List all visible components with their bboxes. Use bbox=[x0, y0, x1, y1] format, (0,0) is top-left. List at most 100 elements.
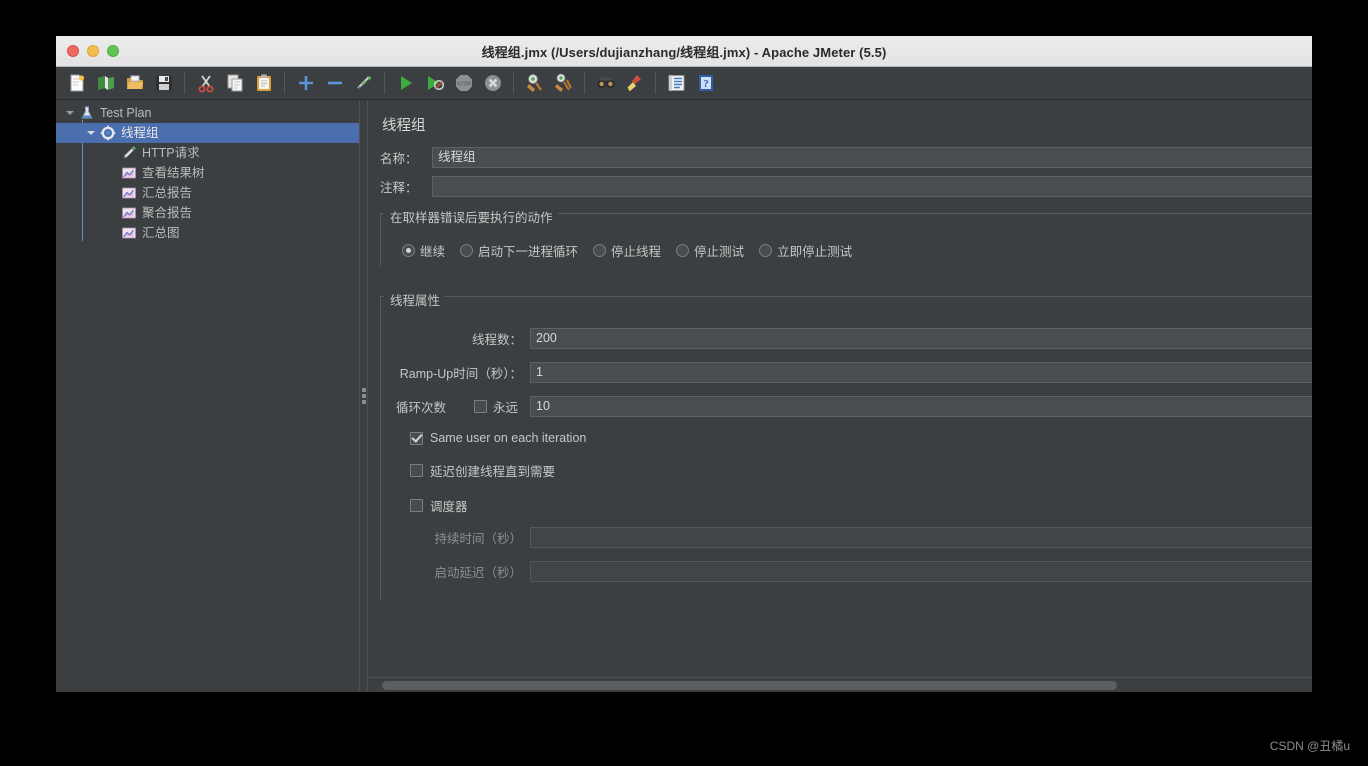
tree-item-6[interactable]: 汇总图 bbox=[56, 223, 359, 243]
radio-button[interactable] bbox=[759, 244, 773, 257]
ramp-up-row: Ramp-Up时间（秒）： 1 bbox=[380, 362, 1312, 383]
test-plan-tree[interactable]: Test Plan 线程组 HTTP请求 查看结果树汇总报告聚合报告汇总图 bbox=[56, 100, 359, 691]
radio-label: 停止线程 bbox=[611, 245, 662, 259]
clear-all-icon[interactable] bbox=[550, 70, 577, 97]
divider-grip[interactable] bbox=[362, 387, 366, 404]
tree-expand-toggle-icon[interactable] bbox=[62, 103, 78, 123]
title-bar: 线程组.jmx (/Users/dujianzhang/线程组.jmx) - A… bbox=[56, 36, 1312, 67]
watermark: CSDN @丑橘u bbox=[1269, 739, 1350, 753]
same-user-checkbox[interactable] bbox=[410, 431, 423, 445]
comment-input[interactable] bbox=[432, 176, 1312, 197]
copy-icon[interactable] bbox=[221, 70, 248, 97]
num-threads-input[interactable]: 200 bbox=[530, 328, 1312, 349]
tree-item-3[interactable]: 查看结果树 bbox=[56, 163, 359, 183]
help-icon[interactable]: ? bbox=[692, 70, 719, 97]
toolbar-separator bbox=[384, 72, 385, 94]
tree-item-2[interactable]: HTTP请求 bbox=[56, 143, 359, 163]
radio-button[interactable] bbox=[460, 244, 474, 257]
new-icon[interactable] bbox=[63, 70, 90, 97]
tree-toggle-placeholder bbox=[104, 183, 120, 203]
http-request-icon bbox=[120, 144, 138, 162]
tree-expand-toggle-icon[interactable] bbox=[83, 123, 99, 143]
scheduler-row[interactable]: 调度器 bbox=[380, 496, 1312, 515]
function-helper-icon[interactable] bbox=[663, 70, 690, 97]
name-label: 名称： bbox=[380, 152, 418, 166]
clear-icon[interactable] bbox=[521, 70, 548, 97]
radio-label: 立即停止测试 bbox=[777, 245, 853, 259]
horizontal-scrollbar[interactable] bbox=[368, 677, 1312, 691]
start-icon[interactable] bbox=[392, 70, 419, 97]
tree-item-label: 聚合报告 bbox=[142, 206, 193, 220]
name-input[interactable]: 线程组 bbox=[432, 147, 1312, 168]
group-border bbox=[380, 296, 1312, 297]
forever-checkbox-wrap[interactable]: 永远 bbox=[474, 397, 530, 416]
forever-checkbox[interactable] bbox=[474, 400, 487, 413]
duration-label: 持续时间（秒） bbox=[434, 532, 522, 546]
delayed-start-row[interactable]: 延迟创建线程直到需要 bbox=[380, 461, 1312, 480]
templates-icon[interactable] bbox=[92, 70, 119, 97]
zoom-button[interactable] bbox=[107, 45, 119, 57]
reset-search-icon[interactable] bbox=[621, 70, 648, 97]
error-action-option-2[interactable]: 停止线程 bbox=[593, 241, 661, 260]
radio-button[interactable] bbox=[593, 244, 607, 257]
error-action-option-0[interactable]: 继续 bbox=[402, 241, 445, 260]
search-icon[interactable] bbox=[592, 70, 619, 97]
collapse-all-icon[interactable] bbox=[321, 70, 348, 97]
listener-icon bbox=[120, 224, 138, 242]
radio-button[interactable] bbox=[676, 244, 690, 257]
toolbar-separator bbox=[284, 72, 285, 94]
num-threads-row: 线程数： 200 bbox=[380, 328, 1312, 349]
startup-delay-row: 启动延迟（秒） bbox=[380, 561, 1312, 582]
tree-item-5[interactable]: 聚合报告 bbox=[56, 203, 359, 223]
same-user-row[interactable]: Same user on each iteration bbox=[380, 431, 1312, 445]
toggle-icon[interactable] bbox=[350, 70, 377, 97]
radio-button[interactable] bbox=[402, 244, 415, 257]
scheduler-label: 调度器 bbox=[430, 500, 468, 514]
expand-all-icon[interactable] bbox=[292, 70, 319, 97]
tree-item-1[interactable]: 线程组 bbox=[56, 123, 359, 143]
listener-icon bbox=[120, 204, 138, 222]
window-controls bbox=[67, 45, 119, 57]
content-area: Test Plan 线程组 HTTP请求 查看结果树汇总报告聚合报告汇总图 线程组 名… bbox=[56, 100, 1312, 691]
error-action-option-3[interactable]: 停止测试 bbox=[676, 241, 744, 260]
shutdown-icon[interactable] bbox=[479, 70, 506, 97]
thread-group-panel: 线程组 名称： 线程组 注释： 在取样器错误后要执行的动作 继续 启动下一进程循环… bbox=[368, 100, 1312, 691]
scrollbar-thumb[interactable] bbox=[382, 681, 1117, 690]
window-title: 线程组.jmx (/Users/dujianzhang/线程组.jmx) - A… bbox=[481, 44, 887, 60]
minimize-button[interactable] bbox=[87, 45, 99, 57]
cut-icon[interactable] bbox=[192, 70, 219, 97]
loop-count-row: 循环次数 永远 10 bbox=[380, 396, 1312, 417]
tree-toggle-placeholder bbox=[104, 163, 120, 183]
scheduler-checkbox[interactable] bbox=[410, 499, 423, 512]
split-divider[interactable] bbox=[359, 100, 368, 691]
tree-item-label: 汇总图 bbox=[142, 226, 180, 240]
tree-item-label: 查看结果树 bbox=[142, 166, 205, 180]
delayed-start-label: 延迟创建线程直到需要 bbox=[430, 465, 556, 479]
error-action-content: 继续 启动下一进程循环 停止线程 停止测试 立即停止测试 bbox=[380, 227, 1312, 266]
save-icon[interactable] bbox=[150, 70, 177, 97]
radio-label: 继续 bbox=[420, 245, 446, 259]
error-action-legend: 在取样器错误后要执行的动作 bbox=[384, 207, 558, 226]
paste-icon[interactable] bbox=[250, 70, 277, 97]
group-border-left bbox=[380, 213, 381, 266]
toolbar-separator bbox=[184, 72, 185, 94]
tree-item-label: 线程组 bbox=[121, 126, 159, 140]
thread-properties-content: 线程数： 200 Ramp-Up时间（秒）： 1 循环次数 永远 10 Same… bbox=[380, 310, 1312, 601]
start-no-pauses-icon[interactable] bbox=[421, 70, 448, 97]
close-button[interactable] bbox=[67, 45, 79, 57]
tree-item-4[interactable]: 汇总报告 bbox=[56, 183, 359, 203]
tree-item-0[interactable]: Test Plan bbox=[56, 103, 359, 123]
open-icon[interactable] bbox=[121, 70, 148, 97]
stop-icon[interactable]: STOP bbox=[450, 70, 477, 97]
radio-label: 启动下一进程循环 bbox=[478, 245, 579, 259]
ramp-up-input[interactable]: 1 bbox=[530, 362, 1312, 383]
error-action-option-1[interactable]: 启动下一进程循环 bbox=[460, 241, 578, 260]
delayed-start-checkbox[interactable] bbox=[410, 464, 423, 477]
tree-item-label: HTTP请求 bbox=[142, 146, 200, 160]
startup-delay-input bbox=[530, 561, 1312, 582]
comment-field-row: 注释： bbox=[380, 176, 1312, 197]
thread-group-icon bbox=[99, 124, 117, 142]
loop-count-input[interactable]: 10 bbox=[530, 396, 1312, 417]
loop-count-label: 循环次数 bbox=[396, 401, 447, 415]
error-action-option-4[interactable]: 立即停止测试 bbox=[759, 241, 852, 260]
